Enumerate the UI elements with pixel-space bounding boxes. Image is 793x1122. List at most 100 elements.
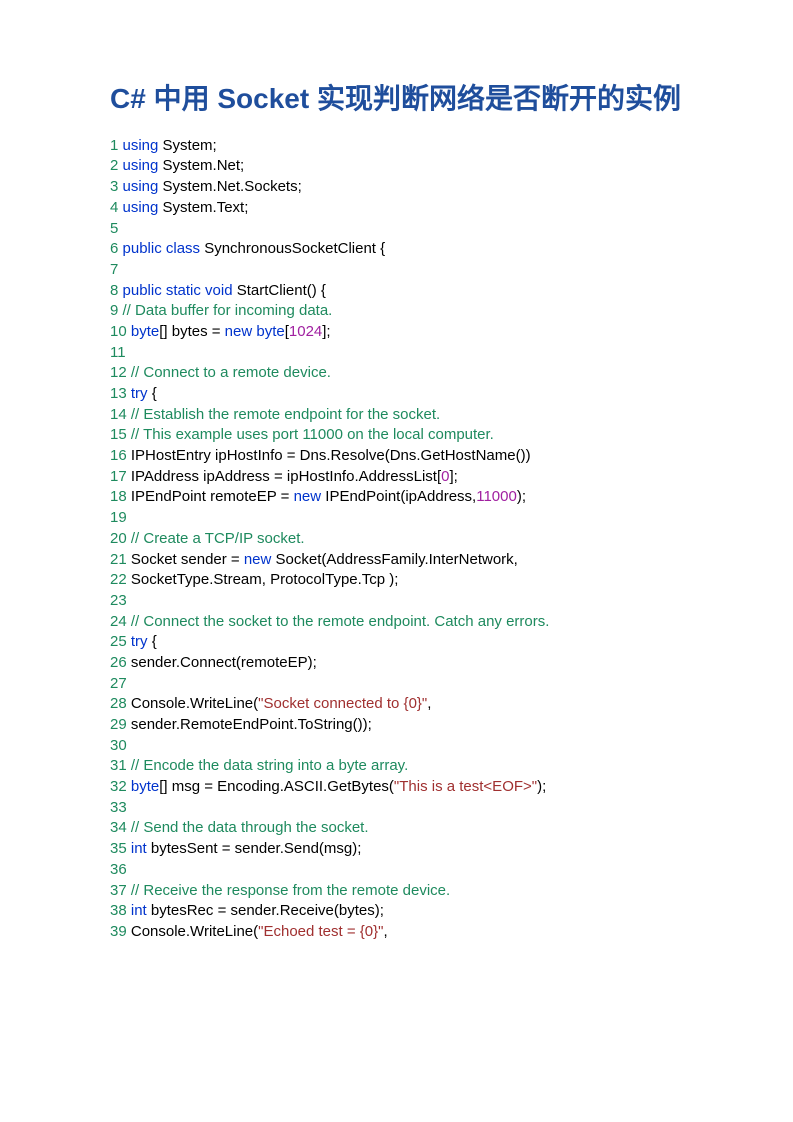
- code-token: using: [118, 199, 158, 216]
- line-number: 24: [110, 613, 127, 630]
- code-line: 13 try {: [110, 384, 683, 405]
- line-number: 29: [110, 716, 127, 733]
- code-token: public class: [118, 240, 200, 257]
- code-token: using: [118, 137, 158, 154]
- code-line: 5: [110, 219, 683, 240]
- code-token: [] bytes =: [159, 323, 224, 340]
- code-token: bytesSent = sender.Send(msg);: [147, 840, 362, 857]
- code-line: 26 sender.Connect(remoteEP);: [110, 653, 683, 674]
- code-line: 30: [110, 736, 683, 757]
- code-token: Socket(AddressFamily.InterNetwork,: [271, 551, 517, 568]
- code-token: // Connect the socket to the remote endp…: [127, 613, 550, 630]
- line-number: 17: [110, 468, 127, 485]
- line-number: 15: [110, 426, 127, 443]
- code-token: IPHostEntry ipHostInfo = Dns.Resolve(Dns…: [127, 447, 531, 464]
- code-line: 35 int bytesSent = sender.Send(msg);: [110, 839, 683, 860]
- line-number: 22: [110, 571, 127, 588]
- line-number: 26: [110, 654, 127, 671]
- code-token: {: [148, 633, 157, 650]
- code-token: new byte: [225, 323, 285, 340]
- code-token: sender.RemoteEndPoint.ToString());: [127, 716, 372, 733]
- code-token: // This example uses port 11000 on the l…: [127, 426, 494, 443]
- code-token: int: [127, 902, 147, 919]
- line-number: 38: [110, 902, 127, 919]
- code-line: 28 Console.WriteLine("Socket connected t…: [110, 694, 683, 715]
- line-number: 14: [110, 406, 127, 423]
- line-number: 27: [110, 675, 127, 692]
- line-number: 12: [110, 364, 127, 381]
- code-token: // Send the data through the socket.: [127, 819, 369, 836]
- code-line: 1 using System;: [110, 136, 683, 157]
- line-number: 33: [110, 799, 127, 816]
- code-token: ];: [450, 468, 458, 485]
- line-number: 37: [110, 882, 127, 899]
- code-token: SynchronousSocketClient {: [200, 240, 385, 257]
- line-number: 19: [110, 509, 127, 526]
- code-token: try: [127, 385, 148, 402]
- code-token: byte: [127, 778, 160, 795]
- code-token: Console.WriteLine(: [127, 695, 258, 712]
- code-token: 0: [441, 468, 449, 485]
- code-line: 4 using System.Text;: [110, 198, 683, 219]
- code-line: 12 // Connect to a remote device.: [110, 363, 683, 384]
- code-token: SocketType.Stream, ProtocolType.Tcp );: [127, 571, 399, 588]
- line-number: 16: [110, 447, 127, 464]
- code-token: Socket sender =: [127, 551, 244, 568]
- code-token: public static void: [118, 282, 232, 299]
- code-line: 33: [110, 798, 683, 819]
- code-line: 34 // Send the data through the socket.: [110, 818, 683, 839]
- code-token: System.Net.Sockets;: [158, 178, 301, 195]
- code-line: 7: [110, 260, 683, 281]
- code-token: [] msg = Encoding.ASCII.GetBytes(: [159, 778, 394, 795]
- code-line: 16 IPHostEntry ipHostInfo = Dns.Resolve(…: [110, 446, 683, 467]
- line-number: 7: [110, 261, 118, 278]
- code-token: "This is a test<EOF>": [394, 778, 537, 795]
- line-number: 39: [110, 923, 127, 940]
- code-block: 1 using System;2 using System.Net;3 usin…: [110, 136, 683, 943]
- code-token: "Echoed test = {0}": [258, 923, 383, 940]
- code-token: using: [118, 157, 158, 174]
- code-line: 36: [110, 860, 683, 881]
- code-line: 37 // Receive the response from the remo…: [110, 881, 683, 902]
- code-line: 8 public static void StartClient() {: [110, 281, 683, 302]
- code-token: sender.Connect(remoteEP);: [127, 654, 317, 671]
- line-number: 10: [110, 323, 127, 340]
- line-number: 20: [110, 530, 127, 547]
- code-line: 38 int bytesRec = sender.Receive(bytes);: [110, 901, 683, 922]
- code-line: 18 IPEndPoint remoteEP = new IPEndPoint(…: [110, 487, 683, 508]
- code-line: 17 IPAddress ipAddress = ipHostInfo.Addr…: [110, 467, 683, 488]
- code-line: 25 try {: [110, 632, 683, 653]
- line-number: 5: [110, 220, 118, 237]
- line-number: 32: [110, 778, 127, 795]
- code-line: 14 // Establish the remote endpoint for …: [110, 405, 683, 426]
- code-token: ];: [322, 323, 330, 340]
- code-token: byte: [127, 323, 160, 340]
- code-token: Console.WriteLine(: [127, 923, 258, 940]
- code-line: 27: [110, 674, 683, 695]
- code-token: "Socket connected to {0}": [258, 695, 427, 712]
- code-token: IPEndPoint remoteEP =: [127, 488, 294, 505]
- line-number: 30: [110, 737, 127, 754]
- code-token: using: [118, 178, 158, 195]
- code-token: new: [294, 488, 322, 505]
- code-token: {: [148, 385, 157, 402]
- code-token: );: [517, 488, 526, 505]
- code-token: // Establish the remote endpoint for the…: [127, 406, 441, 423]
- code-line: 20 // Create a TCP/IP socket.: [110, 529, 683, 550]
- code-line: 10 byte[] bytes = new byte[1024];: [110, 322, 683, 343]
- code-line: 32 byte[] msg = Encoding.ASCII.GetBytes(…: [110, 777, 683, 798]
- code-token: IPAddress ipAddress = ipHostInfo.Address…: [127, 468, 441, 485]
- code-line: 3 using System.Net.Sockets;: [110, 177, 683, 198]
- code-token: System.Text;: [158, 199, 248, 216]
- code-token: StartClient() {: [233, 282, 326, 299]
- code-line: 19: [110, 508, 683, 529]
- line-number: 36: [110, 861, 127, 878]
- line-number: 18: [110, 488, 127, 505]
- line-number: 25: [110, 633, 127, 650]
- code-token: ,: [383, 923, 387, 940]
- line-number: 13: [110, 385, 127, 402]
- code-token: // Connect to a remote device.: [127, 364, 331, 381]
- code-line: 31 // Encode the data string into a byte…: [110, 756, 683, 777]
- code-token: // Data buffer for incoming data.: [118, 302, 332, 319]
- code-token: System;: [158, 137, 216, 154]
